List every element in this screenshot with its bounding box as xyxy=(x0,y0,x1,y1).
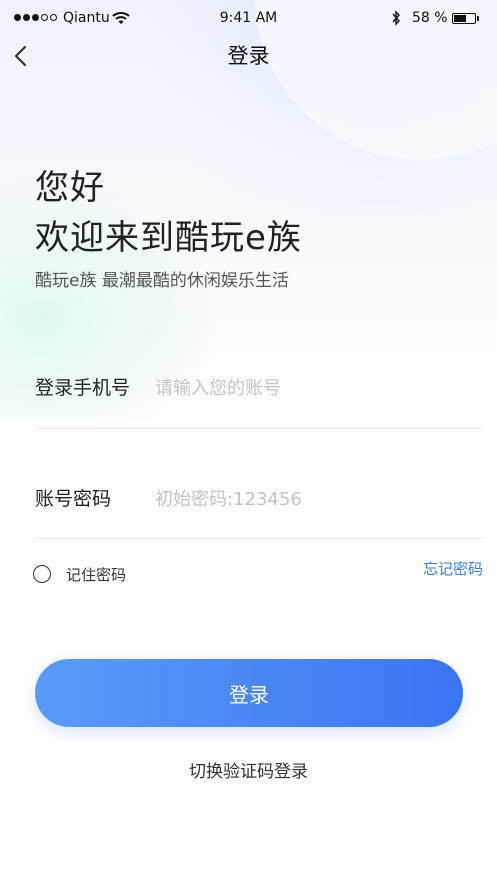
battery-icon xyxy=(452,13,476,24)
remember-password-label[interactable]: 记住密码 xyxy=(66,564,126,585)
password-field-row: 账号密码 xyxy=(35,484,483,544)
bluetooth-icon xyxy=(391,10,401,30)
divider xyxy=(35,538,483,539)
phone-field-row: 登录手机号 xyxy=(35,373,483,433)
divider xyxy=(35,428,483,429)
slogan: 酷玩e族 最潮最酷的休闲娱乐生活 xyxy=(35,271,289,291)
page-title: 登录 xyxy=(227,44,270,68)
password-input[interactable] xyxy=(155,484,475,514)
password-label: 账号密码 xyxy=(35,488,112,510)
status-bar: Qiantu 9:41 AM 58 % xyxy=(0,0,497,38)
switch-sms-login-link[interactable]: 切换验证码登录 xyxy=(0,757,497,782)
greeting-welcome: 欢迎来到酷玩e族 xyxy=(35,218,302,258)
login-button[interactable]: 登录 xyxy=(35,659,463,727)
phone-input[interactable] xyxy=(155,373,475,403)
forgot-password-link[interactable]: 忘记密码 xyxy=(423,558,483,579)
login-screen: Qiantu 9:41 AM 58 % 登录 您好 欢迎来到酷玩e族 酷玩e族 … xyxy=(0,0,497,883)
battery-level xyxy=(454,15,466,22)
battery-tip xyxy=(477,16,479,21)
phone-label: 登录手机号 xyxy=(35,377,131,399)
battery-percent: 58 % xyxy=(412,10,448,26)
greeting-hello: 您好 xyxy=(35,168,105,208)
remember-password-radio[interactable] xyxy=(33,565,51,583)
